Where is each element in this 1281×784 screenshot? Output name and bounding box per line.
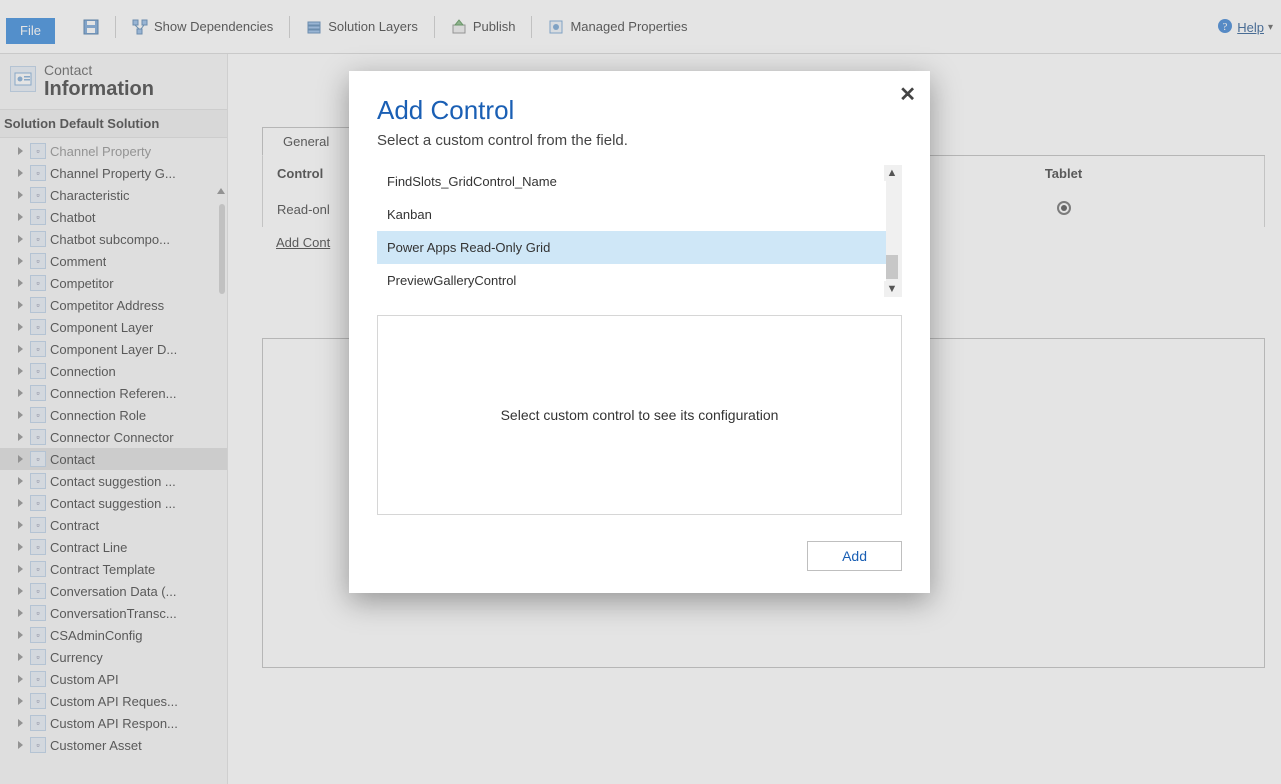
control-list-item[interactable]: PreviewGalleryControl bbox=[377, 264, 886, 297]
list-scrollbar-thumb[interactable] bbox=[886, 255, 898, 279]
close-button[interactable]: ✕ bbox=[899, 85, 916, 105]
config-placeholder-text: Select custom control to see its configu… bbox=[501, 407, 779, 423]
control-list-item[interactable]: FindSlots_GridControl_Name bbox=[377, 165, 886, 198]
control-list-item[interactable]: Power Apps Read-Only Grid bbox=[377, 231, 886, 264]
list-scroll-down[interactable]: ▼ bbox=[884, 281, 900, 297]
control-list: FindSlots_GridControl_NameKanbanPower Ap… bbox=[377, 165, 902, 297]
dialog-subtitle: Select a custom control from the field. bbox=[377, 132, 902, 149]
control-list-item[interactable]: Kanban bbox=[377, 198, 886, 231]
close-icon: ✕ bbox=[899, 84, 916, 106]
config-placeholder-panel: Select custom control to see its configu… bbox=[377, 315, 902, 515]
add-button[interactable]: Add bbox=[807, 541, 902, 571]
dialog-title: Add Control bbox=[377, 95, 902, 126]
add-control-dialog: ✕ Add Control Select a custom control fr… bbox=[349, 71, 930, 593]
list-scroll-up[interactable]: ▲ bbox=[884, 165, 900, 181]
